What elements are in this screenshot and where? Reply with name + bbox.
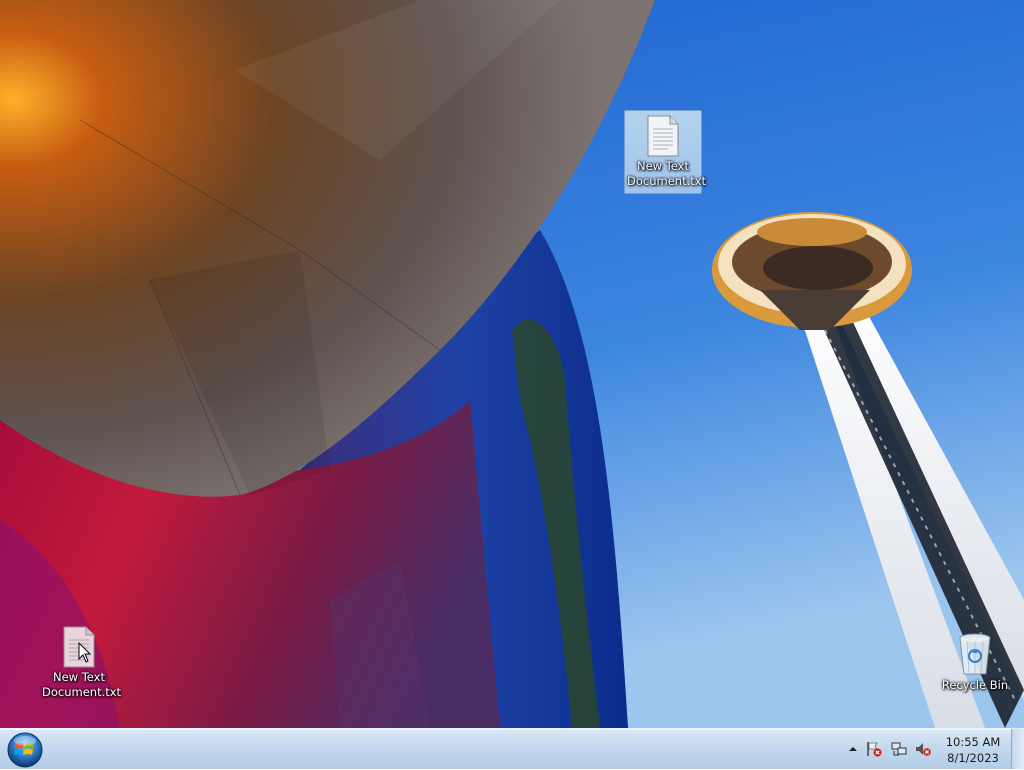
taskbar: 10:55 AM 8/1/2023 (0, 728, 1024, 769)
clock-time: 10:55 AM (945, 735, 1001, 749)
show-desktop-button[interactable] (1011, 729, 1024, 769)
show-hidden-icons-arrow-icon[interactable] (845, 741, 861, 757)
desktop-icon-new-text-document[interactable]: New Text Document.txt (40, 622, 122, 706)
network-icon[interactable] (891, 741, 907, 757)
clock-date: 8/1/2023 (947, 751, 999, 765)
recycle-bin-icon (959, 633, 991, 675)
action-center-flag-icon[interactable] (866, 741, 882, 757)
windows-start-orb-icon[interactable] (5, 730, 45, 770)
volume-muted-icon[interactable] (915, 741, 931, 757)
text-file-icon (647, 115, 679, 157)
desktop-icon-label-line2: Document.txt (42, 685, 122, 699)
desktop-icon-label-line1: New Text (53, 670, 105, 684)
mouse-pointer-icon (78, 642, 92, 663)
desktop-icon-label: Recycle Bin (941, 678, 1009, 692)
system-clock[interactable]: 10:55 AM 8/1/2023 (938, 734, 1008, 766)
desktop-icon-label-line2: Document.txt (627, 174, 707, 188)
desktop-icon-recycle-bin[interactable]: Recycle Bin (936, 628, 1014, 698)
desktop-icon-new-text-document-selected[interactable]: New Text Document.txt (624, 110, 707, 194)
desktop-wallpaper (0, 0, 1024, 728)
desktop-icon-label-line1: New Text (637, 159, 689, 173)
